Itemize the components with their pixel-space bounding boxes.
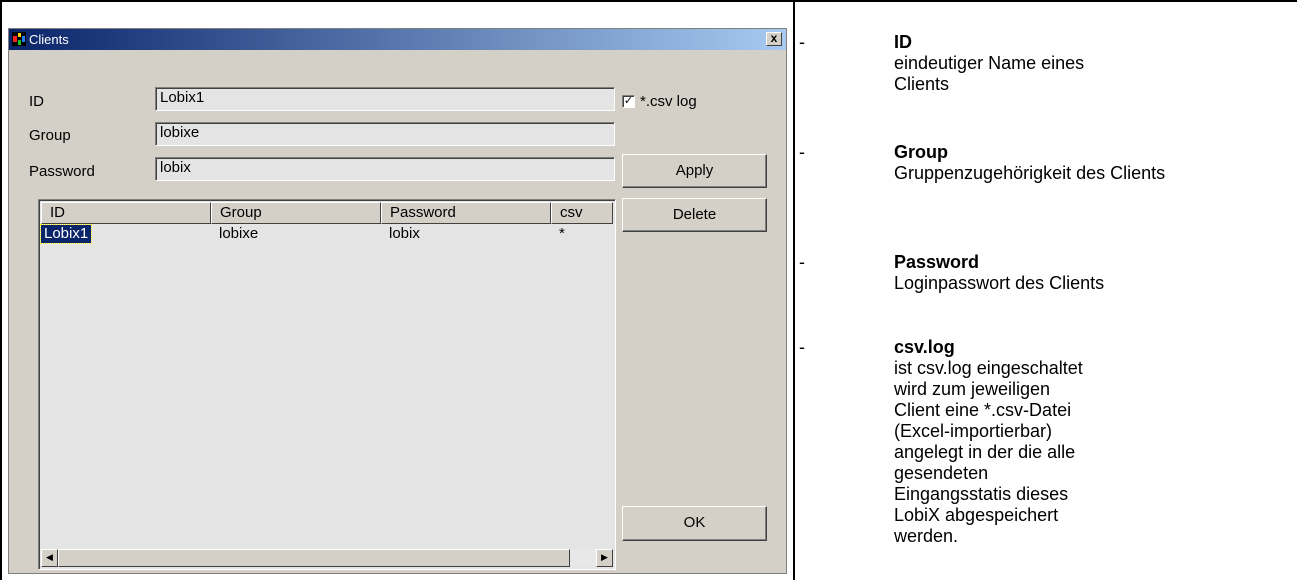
doc-desc-group: Gruppenzugehörigkeit des Clients [894,163,1166,183]
doc-desc-csv-log: ist csv.log eingeschaltet wird zum jewei… [894,358,1083,546]
column-header-id[interactable]: ID [41,202,211,224]
scroll-right-icon[interactable]: ▶ [596,549,613,567]
group-input[interactable]: lobixe [155,122,615,146]
bullet-dash: - [799,142,805,162]
doc-title-csv-log: csv.log [894,337,955,357]
table-border-middle [793,0,795,580]
cell-csv: * [559,225,565,242]
bullet-dash: - [799,252,805,272]
doc-desc-password: Loginpasswort des Clients [894,273,1105,293]
id-input[interactable]: Lobix1 [155,87,615,111]
column-header-csv[interactable]: csv [551,202,613,224]
horizontal-scrollbar[interactable]: ◀ ▶ [41,549,613,567]
window-title: Clients [29,32,69,47]
password-label: Password [29,163,95,180]
column-header-password[interactable]: Password [381,202,551,224]
doc-title-password: Password [894,252,980,272]
password-input[interactable]: lobix [155,157,615,181]
clients-list[interactable]: ID Group Password csv Lobix1 lobixe lobi… [38,199,616,570]
bullet-dash: - [799,32,805,52]
scroll-left-icon[interactable]: ◀ [41,549,58,567]
doc-desc-id: eindeutiger Name eines Clients [894,53,1085,94]
cell-id[interactable]: Lobix1 [39,224,93,244]
table-border-top [0,0,1297,2]
table-border-left [0,0,2,580]
clients-dialog: Clients x ID Group Password Lobix1 lobix… [8,28,787,574]
app-icon [12,32,26,46]
scroll-thumb[interactable] [58,549,570,567]
apply-button[interactable]: Apply [622,154,767,188]
delete-button[interactable]: Delete [622,198,767,232]
doc-title-id: ID [894,32,912,52]
cell-group: lobixe [219,225,259,242]
csv-log-label: *.csv log [640,93,697,110]
checkbox-check-icon[interactable]: ✓ [622,95,635,108]
doc-title-group: Group [894,142,948,162]
title-bar: Clients x [9,29,786,50]
bullet-dash: - [799,337,805,357]
cell-password: lobix [389,225,420,242]
ok-button[interactable]: OK [622,506,767,541]
close-button[interactable]: x [766,32,782,46]
column-header-group[interactable]: Group [211,202,381,224]
id-label: ID [29,93,44,110]
group-label: Group [29,127,71,144]
